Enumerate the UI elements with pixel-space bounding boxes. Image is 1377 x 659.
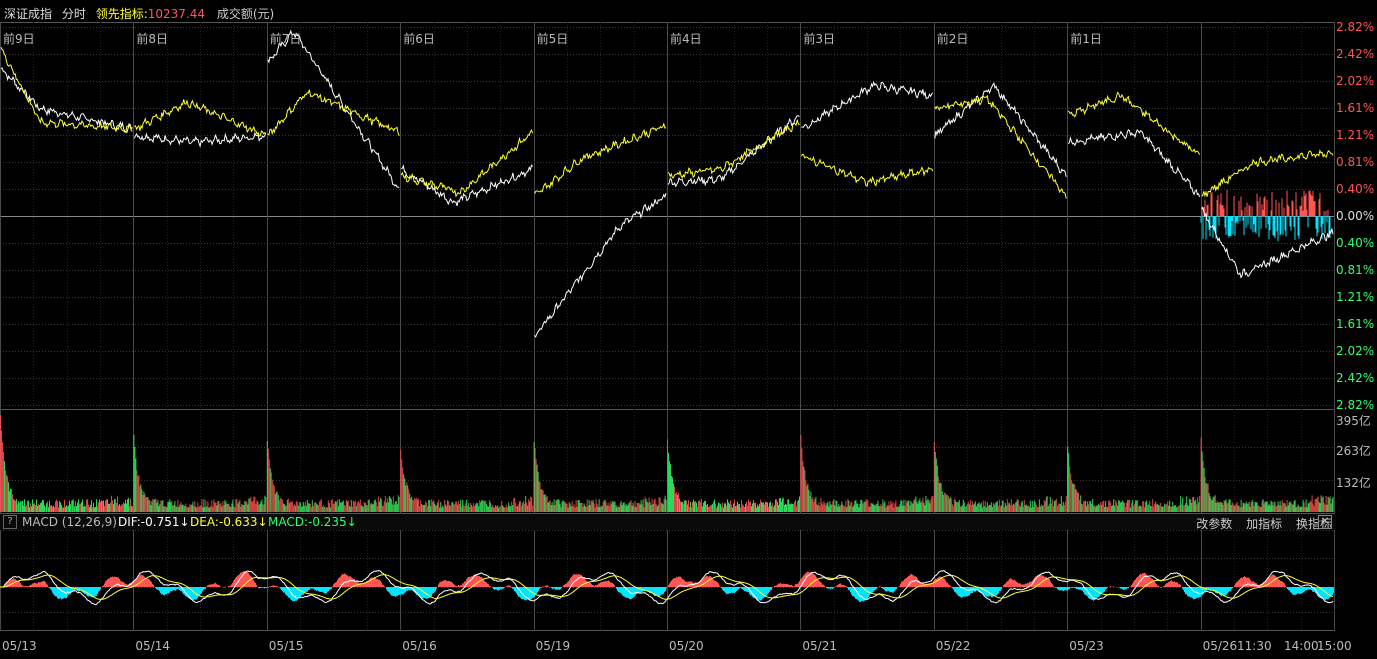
index-name[interactable]: 深证成指 bbox=[4, 7, 52, 21]
x-tick-label: 05/16 bbox=[402, 639, 437, 653]
intraday-minute-bars bbox=[1200, 190, 1331, 242]
help-icon[interactable]: ? bbox=[3, 515, 17, 529]
day-label: 前5日 bbox=[537, 31, 569, 46]
y-tick-label: 2.02% bbox=[1336, 74, 1374, 88]
day-label: 前1日 bbox=[1070, 31, 1102, 46]
y-tick-label: 1.61% bbox=[1336, 101, 1374, 115]
y-tick-label: 2.42% bbox=[1336, 47, 1374, 61]
y-tick-label: 0.81% bbox=[1336, 263, 1374, 277]
y-tick-label: 0.40% bbox=[1336, 182, 1374, 196]
y-tick-label: 1.21% bbox=[1336, 128, 1374, 142]
day-label: 前8日 bbox=[136, 31, 168, 46]
x-tick-label: 05/22 bbox=[936, 639, 971, 653]
change-params-button[interactable]: 改参数 bbox=[1196, 517, 1232, 531]
y-tick-label: 1.61% bbox=[1336, 317, 1374, 331]
macd-value: MACD:-0.235↓ bbox=[268, 515, 357, 529]
volume-tick-label: 395亿 bbox=[1336, 413, 1371, 428]
y-tick-label: 0.81% bbox=[1336, 155, 1374, 169]
y-tick-label: 2.82% bbox=[1336, 20, 1374, 34]
macd-buttons: 改参数 加指标 换指标 bbox=[1186, 515, 1332, 532]
x-tick-label: 05/19 bbox=[536, 639, 571, 653]
lead-label: 领先指标: bbox=[95, 7, 148, 21]
x-tick-label: 11:30 bbox=[1237, 639, 1272, 653]
macd-header: ? MACD (12,26,9) DIF:-0.751↓ DEA:-0.633↓… bbox=[0, 514, 1336, 532]
y-tick-label: 1.21% bbox=[1336, 290, 1374, 304]
y-tick-label: 2.82% bbox=[1336, 398, 1374, 412]
y-tick-label: 0.00% bbox=[1336, 209, 1374, 223]
chart-grid bbox=[0, 22, 1335, 631]
x-tick-label: 15:00 bbox=[1317, 639, 1352, 653]
day-label: 前4日 bbox=[670, 31, 702, 46]
day-label: 前2日 bbox=[937, 31, 969, 46]
volume-tick-label: 132亿 bbox=[1336, 475, 1371, 490]
day-label: 前3日 bbox=[803, 31, 835, 46]
y-tick-label: 2.42% bbox=[1336, 371, 1374, 385]
day-label: 前6日 bbox=[403, 31, 435, 46]
lead-indicator: 领先指标:10237.44 bbox=[96, 7, 205, 21]
lead-value: 10237.44 bbox=[147, 7, 205, 21]
y-tick-label: 0.40% bbox=[1336, 236, 1374, 250]
mode-label[interactable]: 分时 bbox=[62, 7, 86, 21]
volume-tick-label: 263亿 bbox=[1336, 443, 1371, 458]
x-tick-label: 05/23 bbox=[1069, 639, 1104, 653]
x-tick-label: 05/13 bbox=[2, 639, 37, 653]
x-tick-label: 05/26 bbox=[1203, 639, 1238, 653]
x-tick-label: 05/20 bbox=[669, 639, 704, 653]
day-label: 前7日 bbox=[270, 31, 302, 46]
y-tick-label: 2.02% bbox=[1336, 344, 1374, 358]
close-icon[interactable]: ✕ bbox=[1318, 515, 1332, 529]
volume-label: 成交额(元) bbox=[216, 7, 275, 21]
day-label: 前9日 bbox=[3, 31, 35, 46]
x-tick-label: 14:00 bbox=[1284, 639, 1319, 653]
dea-value: DEA:-0.633↓ bbox=[190, 515, 268, 529]
x-tick-label: 05/21 bbox=[802, 639, 837, 653]
intraday-chart[interactable]: 前9日 前8日 前7日 前6日 前5日 前4日 前3日 前2日 前1日 2.82% 2.42% 2.0… bbox=[0, 0, 1377, 659]
chart-header: 深证成指 分时 领先指标:10237.44 成交额(元) bbox=[4, 5, 280, 22]
x-tick-label: 05/15 bbox=[269, 639, 304, 653]
macd-name[interactable]: MACD (12,26,9) bbox=[22, 515, 117, 529]
add-indicator-button[interactable]: 加指标 bbox=[1246, 517, 1282, 531]
dif-value: DIF:-0.751↓ bbox=[118, 515, 190, 529]
x-tick-label: 05/14 bbox=[135, 639, 170, 653]
